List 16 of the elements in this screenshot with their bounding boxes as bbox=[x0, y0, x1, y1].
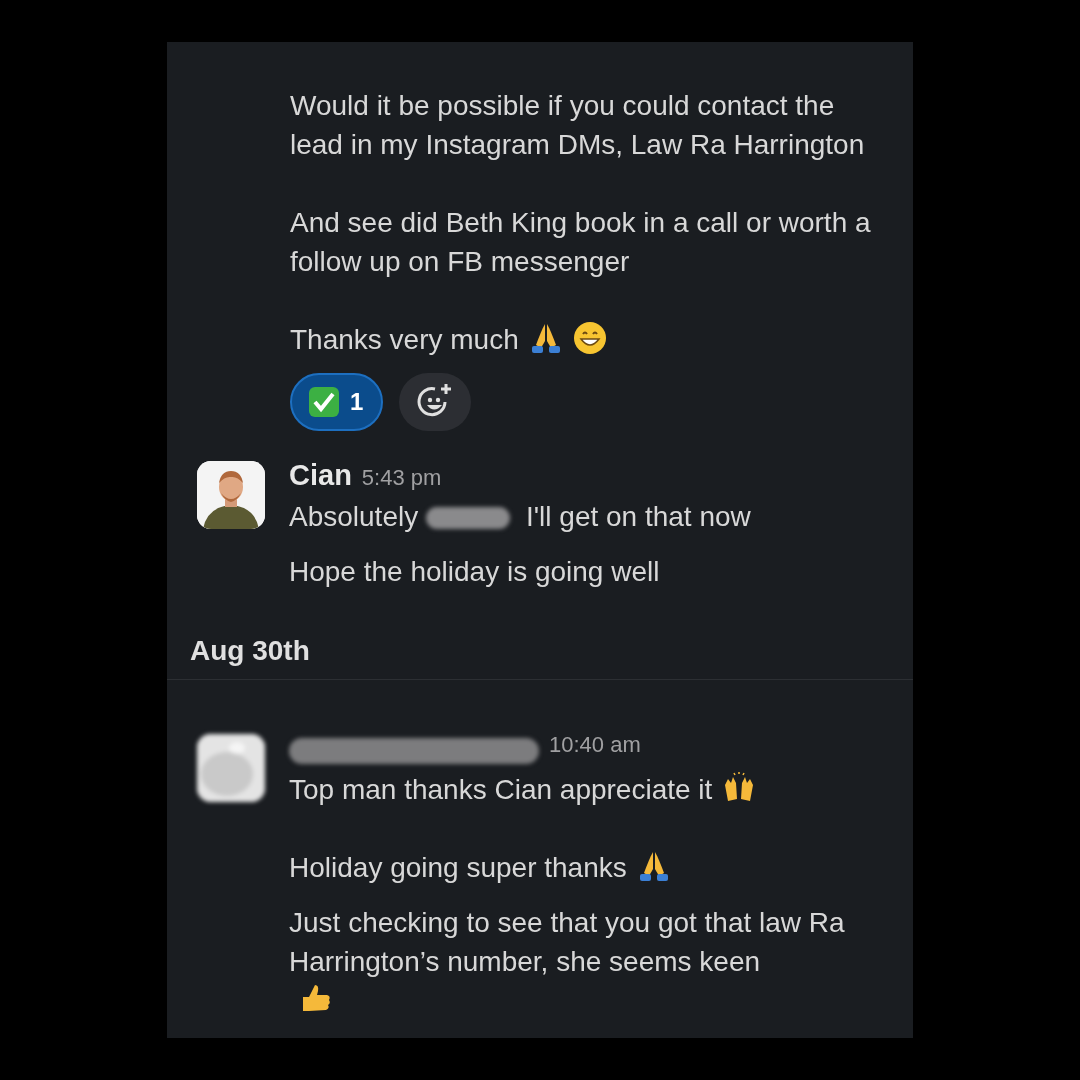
message-text: I'll get on that now bbox=[525, 500, 751, 534]
message-text: Holiday going super thanks bbox=[289, 851, 627, 885]
message-time[interactable]: 5:43 pm bbox=[361, 465, 442, 491]
message-time[interactable]: 10:40 am bbox=[549, 732, 641, 758]
message-text: Would it be possible if you could contact the lead in my Instagram DMs, Law Ra Harrington bbox=[290, 89, 866, 162]
message-text: Thanks very much bbox=[290, 323, 519, 357]
check-mark-icon bbox=[308, 386, 340, 418]
reaction-button[interactable]: 1 bbox=[290, 373, 384, 431]
message-text: Just checking to see that you got that law Ra Harrington’s number, she seems keen bbox=[289, 906, 846, 979]
message-text: Absolutely bbox=[289, 500, 419, 534]
date-divider-label: Aug 30th bbox=[189, 635, 311, 668]
author-name[interactable]: Cian bbox=[289, 459, 352, 492]
message-text: Hope the holiday is going well bbox=[289, 555, 660, 589]
message-text: And see did Beth King book in a call or worth a follow up on FB messenger bbox=[290, 206, 872, 279]
grinning-face-icon bbox=[572, 321, 607, 355]
message-text: Top man thanks Cian appreciate it bbox=[289, 773, 713, 807]
